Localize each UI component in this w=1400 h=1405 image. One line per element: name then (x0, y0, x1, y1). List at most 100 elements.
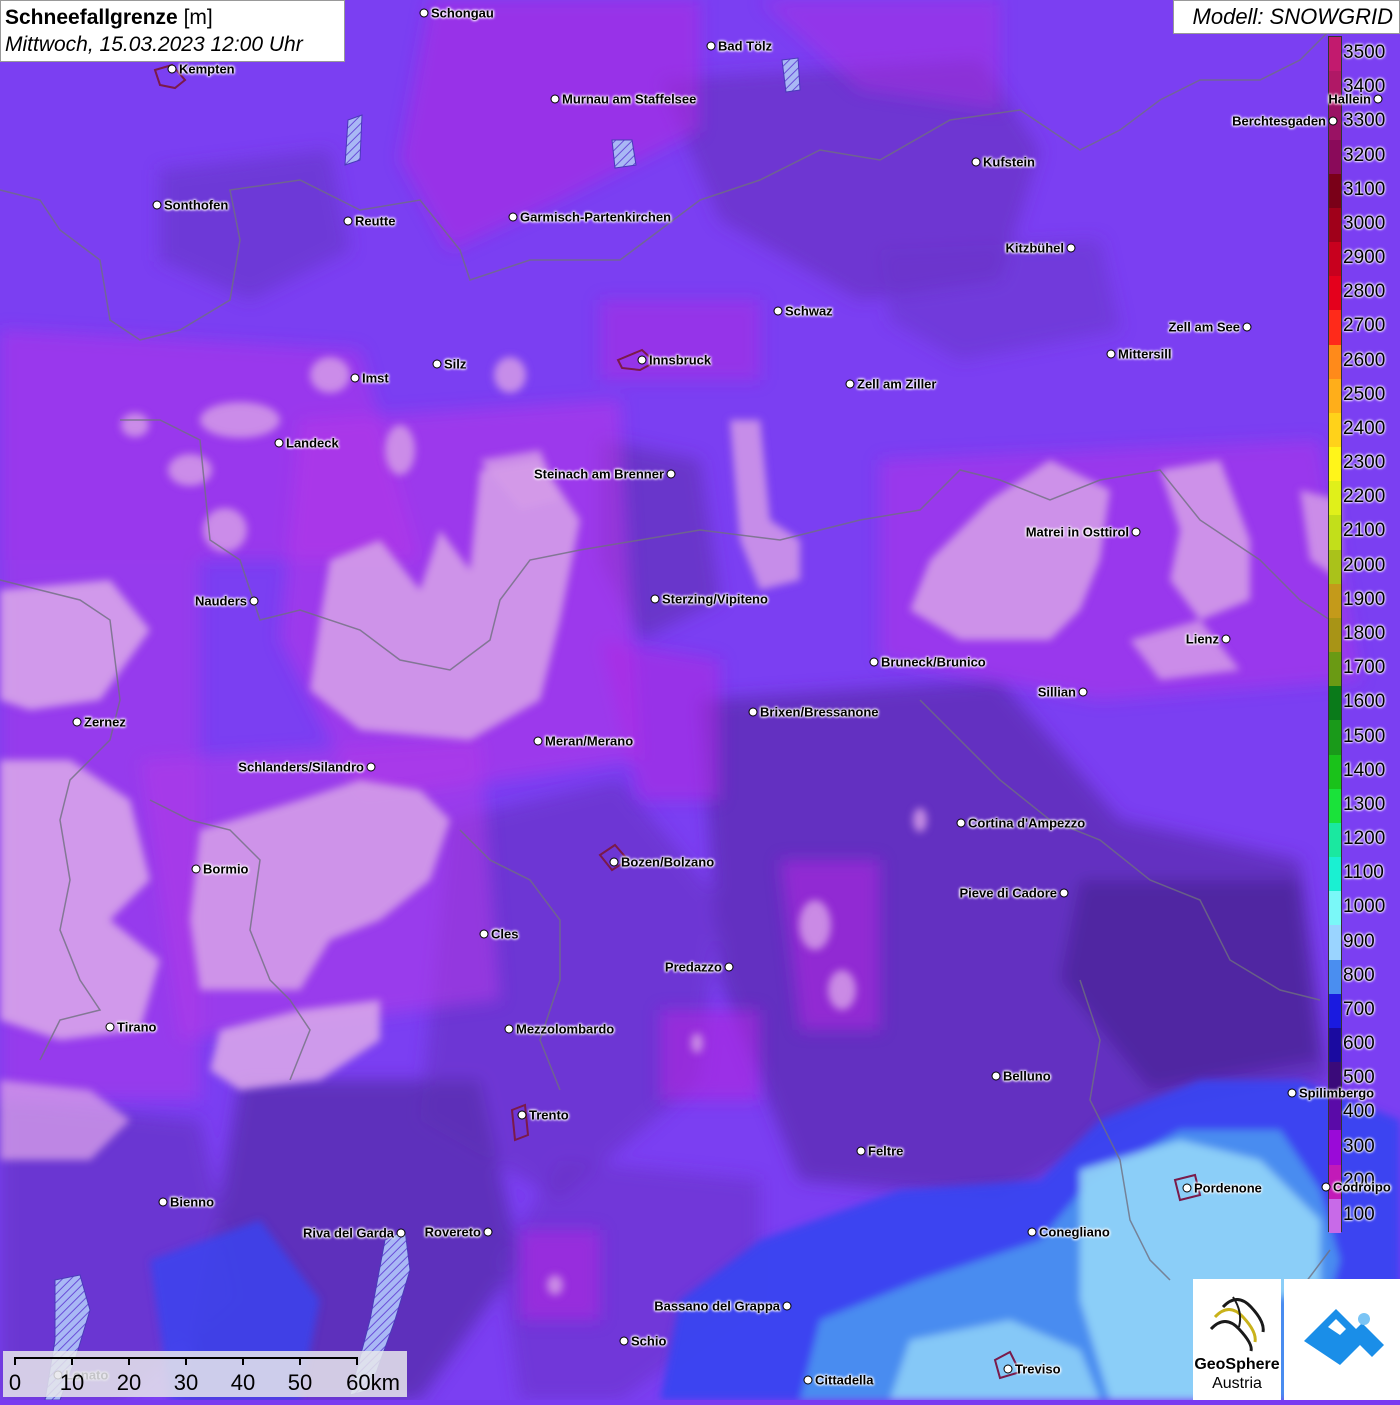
legend-color-swatch (1329, 1027, 1341, 1063)
city-marker-dot (666, 469, 676, 479)
city-marker-dot (350, 373, 360, 383)
city-marker-dot (396, 1228, 406, 1238)
geosphere-country: Austria (1212, 1375, 1262, 1392)
city-marker-dot (619, 1336, 629, 1346)
legend-color-swatch (1329, 37, 1341, 72)
city-marker-dot (1027, 1227, 1037, 1237)
legend-color-swatch (1329, 549, 1341, 585)
city-marker-dot (782, 1301, 792, 1311)
map-title: Schneefallgrenze (5, 6, 178, 29)
legend-color-swatch (1329, 378, 1341, 414)
legend-color-swatch (1329, 788, 1341, 824)
legend-label: 1000 (1343, 896, 1386, 918)
legend-color-swatch (1329, 822, 1341, 858)
city-label: Hallein (1328, 91, 1371, 107)
city-marker-dot (773, 306, 783, 316)
legend-label: 3300 (1343, 110, 1386, 132)
legend-label: 3500 (1343, 42, 1386, 64)
legend-color-swatch (1329, 925, 1341, 961)
legend-label: 2700 (1343, 315, 1386, 337)
city-marker-dot (1003, 1364, 1013, 1374)
city-marker-dot (366, 762, 376, 772)
legend-color-swatch (1329, 754, 1341, 790)
city-marker-dot (152, 200, 162, 210)
city-label: Pieve di Cadore (959, 885, 1057, 901)
city-marker-dot (550, 94, 560, 104)
legend-color-swatch (1329, 1096, 1341, 1131)
city-label: Kufstein (983, 154, 1035, 170)
legend-color-swatch (1329, 207, 1341, 243)
legend-color-swatch (1329, 720, 1341, 756)
city-marker-dot (1182, 1183, 1192, 1193)
scale-label: 30 (173, 1370, 199, 1395)
city-label: Innsbruck (649, 352, 712, 368)
legend-label: 2100 (1343, 520, 1386, 542)
city-marker-dot (845, 379, 855, 389)
city-marker-dot (191, 864, 201, 874)
legend-color-swatch (1329, 173, 1341, 209)
scale-tick (128, 1357, 130, 1365)
city-marker-dot (158, 1197, 168, 1207)
legend-label: 1400 (1343, 759, 1386, 781)
model-label: Modell: SNOWGRID (1173, 0, 1400, 34)
geosphere-logo: GeoSphere Austria (1193, 1279, 1281, 1400)
legend-label: 900 (1343, 930, 1375, 952)
legend-label: 1800 (1343, 623, 1386, 644)
city-label: Sillian (1037, 684, 1076, 700)
legend-label: 100 (1343, 1203, 1375, 1225)
city-label: Pordenone (1194, 1180, 1262, 1196)
legend-label: 3200 (1343, 144, 1386, 166)
city-marker-dot (637, 355, 647, 365)
city-marker-dot (1059, 888, 1069, 898)
legend-label: 700 (1343, 998, 1375, 1020)
city-label: Berchtesgaden (1232, 113, 1326, 129)
city-label: Sonthofen (164, 197, 229, 213)
legend-label: 2000 (1343, 554, 1386, 576)
legend-label: 400 (1343, 1101, 1375, 1123)
legend-label: 3000 (1343, 212, 1386, 234)
map-title-box: Schneefallgrenze [m] Mittwoch, 15.03.202… (0, 0, 345, 62)
legend-label: 1200 (1343, 828, 1386, 850)
legend-label: 2300 (1343, 452, 1386, 474)
city-marker-dot (419, 8, 429, 18)
scale-tick (299, 1357, 301, 1365)
city-label: Riva del Garda (302, 1225, 394, 1241)
legend-color-swatch (1329, 652, 1341, 687)
snow-app-logo (1284, 1279, 1400, 1400)
city-marker-dot (1287, 1088, 1297, 1098)
city-marker-dot (956, 818, 966, 828)
legend-label: 1900 (1343, 588, 1386, 610)
scale-tick (185, 1357, 187, 1365)
legend-label: 2500 (1343, 383, 1386, 405)
city-label: Spilimbergo (1299, 1085, 1375, 1101)
city-marker-dot (343, 216, 353, 226)
city-marker-dot (274, 438, 284, 448)
legend-color-swatch (1329, 617, 1341, 653)
city-label: Reutte (355, 213, 396, 229)
legend-color-swatch (1329, 276, 1341, 311)
city-marker-dot (724, 962, 734, 972)
city-marker-dot (803, 1375, 813, 1385)
city-label: Bienno (170, 1194, 215, 1210)
city-marker-dot (249, 596, 259, 606)
legend-label: 2400 (1343, 417, 1386, 439)
city-label: Bozen/Bolzano (621, 854, 715, 870)
city-marker-dot (1221, 634, 1231, 644)
city-marker-dot (533, 736, 543, 746)
legend-color-swatch (1329, 686, 1341, 721)
city-label: Bormio (203, 861, 249, 877)
city-marker-dot (748, 707, 758, 717)
legend-label: 600 (1343, 1033, 1375, 1055)
city-label: Kempten (179, 61, 235, 77)
city-label: Treviso (1015, 1361, 1061, 1377)
city-marker-dot (1066, 243, 1076, 253)
legend-color-swatch (1329, 1130, 1341, 1166)
scale-label: 0 (8, 1370, 22, 1395)
city-marker-dot (971, 157, 981, 167)
city-label: Landeck (286, 435, 339, 451)
legend-color-swatch (1329, 344, 1341, 380)
legend-color-swatch (1329, 447, 1341, 482)
map-title-unit: [m] (183, 6, 213, 29)
legend-color-swatch (1329, 310, 1341, 346)
city-label: Predazzo (664, 959, 722, 975)
